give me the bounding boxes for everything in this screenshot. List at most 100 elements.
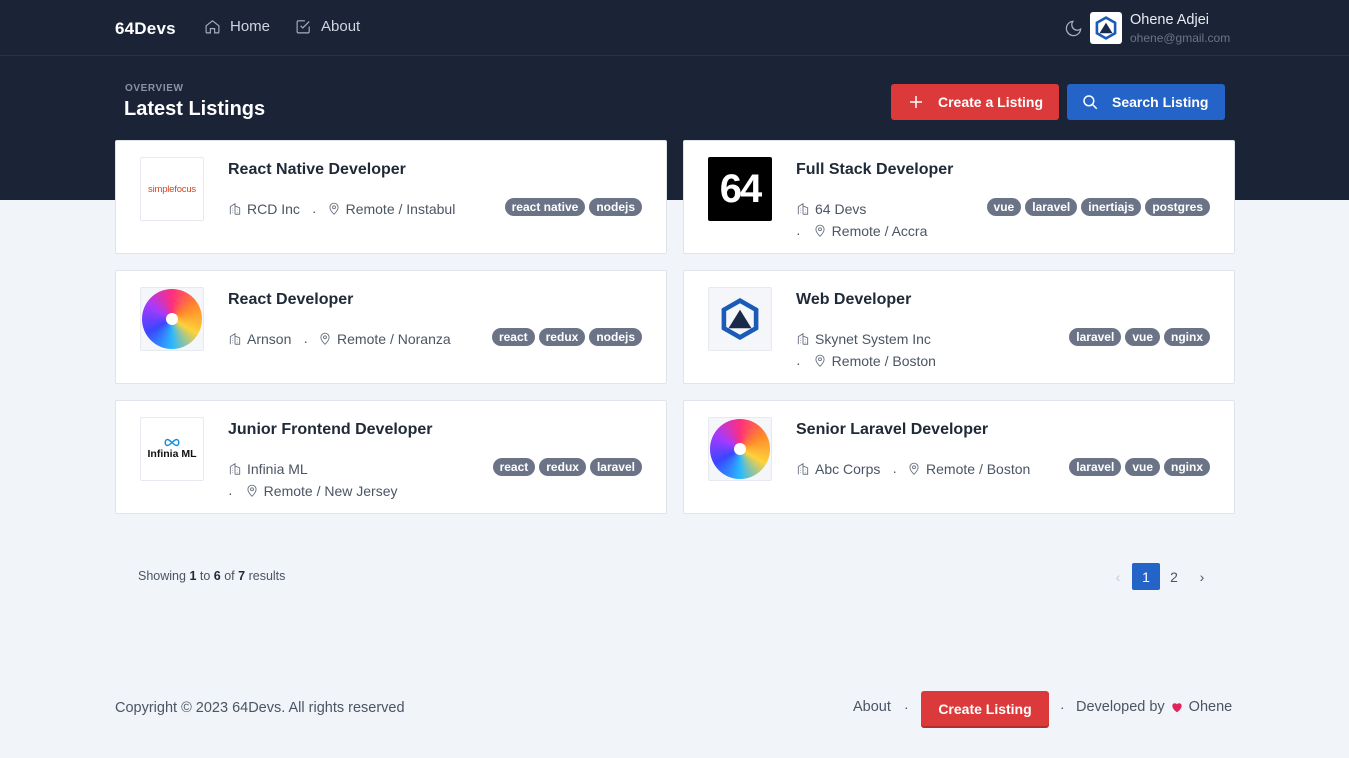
listing-meta: 64 Devs · Remote / Accra (796, 201, 928, 241)
listing-card[interactable]: Web Developer Skynet System Inc · Remote … (683, 270, 1235, 384)
listing-card[interactable]: Senior Laravel Developer Abc Corps · Remot… (683, 400, 1235, 514)
page-overline: OVERVIEW (125, 83, 184, 94)
building-icon (229, 202, 241, 215)
create-listing-button-label: Create a Listing (938, 94, 1044, 110)
tag[interactable]: vue (1125, 328, 1160, 346)
tag[interactable]: react native (504, 198, 586, 216)
company-logo (140, 287, 204, 351)
results-summary: Showing 1 to 6 of 7 results (138, 569, 286, 583)
tag[interactable]: nodejs (589, 328, 642, 346)
building-icon (797, 462, 809, 475)
tag-list: react redux laravel (492, 458, 642, 476)
tag-list: vue laravel inertiajs postgres (986, 198, 1210, 216)
map-pin-icon (247, 484, 257, 497)
tag[interactable]: redux (539, 458, 586, 476)
search-icon (1083, 95, 1098, 110)
prev-page-button: ‹ (1115, 568, 1121, 585)
author-link[interactable]: Ohene (1189, 699, 1233, 715)
heart-icon (1172, 703, 1182, 713)
developed-by: Developed by Ohene (1076, 699, 1233, 715)
tag[interactable]: redux (538, 328, 586, 346)
skynet-logo-icon (721, 297, 759, 341)
building-icon (797, 202, 809, 215)
copyright-text: Copyright © 2023 64Devs. All rights rese… (115, 700, 405, 716)
tag[interactable]: laravel (589, 458, 642, 476)
plus-icon (910, 96, 922, 108)
company-logo (708, 287, 772, 351)
map-pin-icon (815, 354, 825, 367)
nav-link-home[interactable]: Home (204, 18, 270, 35)
tag[interactable]: vue (1125, 458, 1160, 476)
home-icon (205, 20, 220, 34)
company-logo: Infinia ML (140, 417, 204, 481)
brand-logo[interactable]: 64Devs (115, 19, 176, 39)
page-button-2[interactable]: 2 (1160, 563, 1188, 590)
tag-list: react native nodejs (504, 198, 642, 216)
location: Remote / Accra (813, 221, 927, 241)
tag[interactable]: nodejs (589, 198, 642, 216)
company-logo: 64 (708, 157, 772, 221)
pagination: ‹ 1 2 › (1104, 563, 1216, 590)
listing-title[interactable]: React Native Developer (228, 161, 406, 179)
listing-meta: Infinia ML · Remote / New Jersey (228, 459, 398, 501)
tag[interactable]: nginx (1164, 458, 1210, 476)
company-name: Infinia ML (228, 459, 308, 479)
64devs-logo-text: 64 (719, 166, 762, 211)
company-name: RCD Inc (228, 199, 300, 219)
gradient-circle-logo (142, 289, 202, 349)
tag[interactable]: react (492, 458, 536, 476)
top-navbar: 64Devs Home About Ohene Adjei ohene@gmai… (0, 0, 1349, 56)
nav-link-about[interactable]: About (295, 18, 360, 35)
location: Remote / Boston (907, 459, 1030, 479)
tag[interactable]: postgres (1145, 198, 1210, 216)
skynet-logo-icon (1095, 16, 1117, 40)
footer-separator: · (1060, 699, 1065, 715)
listing-card[interactable]: simplefocus React Native Developer RCD I… (115, 140, 667, 254)
nav-link-home-label: Home (230, 18, 271, 35)
listing-title[interactable]: React Developer (228, 291, 353, 309)
footer-create-listing-button[interactable]: Create Listing (921, 691, 1049, 726)
create-listing-button[interactable]: Create a Listing (891, 84, 1059, 120)
listing-title[interactable]: Junior Frontend Developer (228, 421, 432, 439)
company-name: Abc Corps (796, 459, 880, 479)
building-icon (229, 462, 241, 475)
company-logo (708, 417, 772, 481)
avatar[interactable] (1090, 12, 1122, 44)
tag-list: react redux nodejs (491, 328, 642, 346)
tag[interactable]: laravel (1069, 458, 1122, 476)
user-name[interactable]: Ohene Adjei (1130, 12, 1209, 28)
gradient-circle-logo (710, 419, 770, 479)
infinity-icon (164, 438, 180, 447)
next-page-button[interactable]: › (1188, 563, 1216, 590)
company-logo: simplefocus (140, 157, 204, 221)
footer-separator: · (904, 699, 909, 715)
building-icon (229, 332, 241, 345)
tag[interactable]: vue (986, 198, 1022, 216)
search-listing-button-label: Search Listing (1112, 94, 1209, 110)
footer-about-link[interactable]: About (853, 699, 891, 715)
moon-icon[interactable] (1064, 19, 1083, 38)
listing-card[interactable]: 64 Full Stack Developer 64 Devs · Remote … (683, 140, 1235, 254)
listing-meta: Abc Corps · Remote / Boston (796, 459, 1076, 481)
listing-title[interactable]: Full Stack Developer (796, 161, 953, 179)
tag[interactable]: inertiajs (1081, 198, 1142, 216)
search-listing-button[interactable]: Search Listing (1067, 84, 1225, 120)
map-pin-icon (815, 224, 825, 237)
page-button-1[interactable]: 1 (1132, 563, 1160, 590)
company-name: Skynet System Inc (796, 329, 931, 349)
listing-card[interactable]: Infinia ML Junior Frontend Developer Inf… (115, 400, 667, 514)
simplefocus-logo-text: simplefocus (148, 183, 196, 195)
listing-card[interactable]: React Developer Arnson · Remote / Noranza … (115, 270, 667, 384)
company-name: Arnson (228, 329, 291, 349)
listing-title[interactable]: Senior Laravel Developer (796, 421, 988, 439)
tag[interactable]: nginx (1164, 328, 1210, 346)
page-title: Latest Listings (124, 98, 266, 120)
tag-list: laravel vue nginx (1069, 458, 1210, 476)
listing-meta: Skynet System Inc · Remote / Boston (796, 329, 936, 371)
tag[interactable]: react (491, 328, 535, 346)
listing-title[interactable]: Web Developer (796, 291, 911, 309)
location: Remote / New Jersey (245, 481, 398, 501)
location: Remote / Instabul (327, 199, 455, 219)
tag[interactable]: laravel (1069, 328, 1122, 346)
tag[interactable]: laravel (1025, 198, 1078, 216)
